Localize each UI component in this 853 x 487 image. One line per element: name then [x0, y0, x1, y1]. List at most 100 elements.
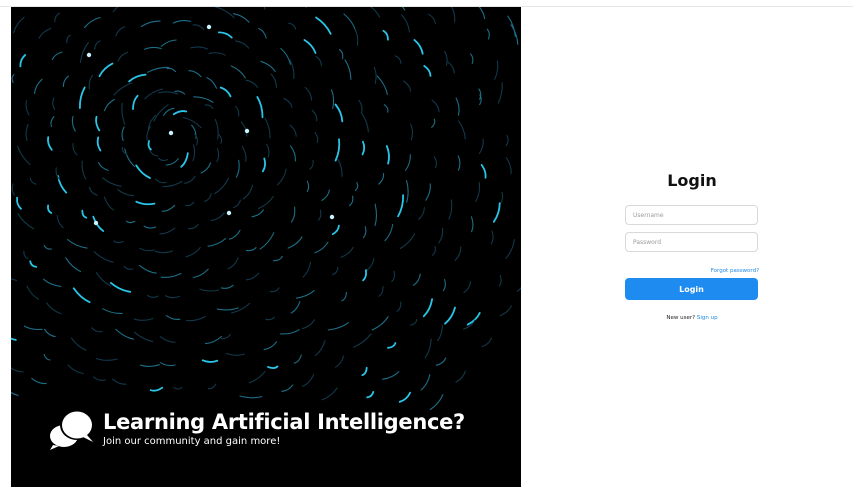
light-streak [270, 73, 277, 89]
light-streak [401, 7, 406, 11]
light-streak [26, 285, 40, 300]
light-streak [361, 366, 368, 377]
light-streak [361, 140, 366, 156]
login-button[interactable]: Login [625, 278, 758, 300]
light-streak [424, 338, 432, 359]
light-streak [290, 145, 297, 162]
light-streak [463, 281, 472, 294]
light-streak [214, 7, 235, 19]
light-streak [98, 162, 109, 171]
light-streak [336, 157, 343, 177]
light-streak [382, 371, 400, 380]
light-streak [505, 239, 515, 259]
light-streak [478, 7, 486, 20]
light-streak [334, 138, 341, 162]
light-streak [62, 75, 70, 88]
light-streak [29, 177, 37, 185]
light-streak [228, 229, 241, 240]
light-streak [256, 96, 264, 119]
light-streak [149, 386, 164, 392]
light-streak [133, 331, 154, 343]
light-streak [288, 22, 297, 30]
light-streak [401, 14, 410, 33]
light-spark [244, 128, 250, 134]
light-streak [166, 67, 177, 73]
light-streak [29, 260, 38, 268]
light-streak [117, 189, 135, 197]
light-streak [235, 159, 240, 178]
light-streak [383, 104, 389, 113]
light-streak [348, 195, 354, 207]
light-streak [83, 16, 101, 29]
light-streak [302, 261, 312, 278]
light-streak [199, 288, 220, 292]
light-spark [206, 24, 212, 30]
light-streak [158, 91, 179, 95]
light-streak [295, 290, 315, 299]
light-streak [396, 301, 402, 312]
light-streak [448, 199, 453, 220]
light-streak [290, 301, 301, 314]
light-streak [70, 337, 87, 351]
light-streak [158, 157, 169, 162]
light-streak [248, 370, 266, 384]
forgot-password-link[interactable]: Forgot password? [711, 268, 759, 274]
light-streak [190, 46, 208, 50]
light-streak [165, 315, 181, 320]
light-streak [314, 131, 319, 144]
light-streak [23, 250, 29, 260]
light-streak [52, 97, 56, 110]
light-streak [321, 387, 338, 401]
light-streak [160, 272, 182, 278]
light-streak [148, 149, 159, 157]
light-streak [242, 184, 254, 200]
light-streak [354, 28, 359, 46]
light-streak [50, 116, 55, 127]
light-streak [204, 104, 214, 110]
light-streak [43, 353, 51, 361]
light-streak [51, 51, 63, 61]
light-streak [239, 395, 263, 399]
light-streak [125, 220, 136, 224]
light-streak [261, 157, 267, 173]
password-input[interactable] [625, 232, 758, 252]
light-streak [455, 370, 467, 383]
light-streak [96, 136, 102, 152]
light-streak [317, 209, 322, 221]
light-streak [17, 145, 31, 166]
light-streak [11, 391, 19, 396]
light-streak [123, 265, 134, 270]
login-page: Learning Artificial Intelligence? Join o… [0, 0, 853, 487]
light-streak [447, 61, 455, 74]
light-streak [505, 157, 512, 175]
light-streak [159, 362, 176, 367]
light-streak [265, 316, 275, 321]
signup-link[interactable]: Sign up [697, 315, 718, 321]
light-streak [343, 13, 357, 32]
light-streak [410, 123, 414, 141]
light-streak [113, 240, 124, 244]
light-streak [147, 66, 170, 73]
light-streak [499, 305, 512, 317]
username-input[interactable] [625, 205, 758, 225]
light-streak [184, 175, 196, 184]
light-streak [438, 227, 444, 244]
light-streak [455, 97, 460, 116]
light-streak [117, 51, 129, 62]
light-streak [102, 308, 123, 314]
light-streak [234, 105, 240, 117]
light-streak [259, 232, 275, 250]
light-streak [366, 391, 375, 399]
light-streak [81, 160, 87, 180]
light-streak [219, 86, 232, 98]
light-streak [139, 247, 155, 252]
light-streak [478, 88, 482, 100]
light-streak [172, 20, 192, 24]
light-streak [112, 7, 119, 13]
light-streak [193, 96, 214, 103]
light-streak [344, 59, 352, 80]
light-streak [315, 16, 332, 35]
light-streak [98, 62, 114, 78]
light-streak [303, 39, 317, 54]
light-streak [225, 352, 245, 356]
